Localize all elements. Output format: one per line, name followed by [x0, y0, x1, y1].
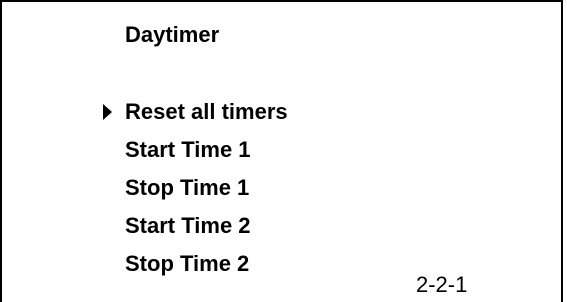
menu-item-stop-time-2[interactable]: Stop Time 2 [2, 249, 561, 287]
selection-cursor-icon [103, 104, 112, 120]
menu-item-label: Start Time 2 [125, 213, 251, 238]
menu-page-number: 2-2-1 [416, 272, 468, 297]
menu-item-start-time-1[interactable]: Start Time 1 [2, 135, 561, 173]
menu-item-stop-time-1[interactable]: Stop Time 1 [2, 173, 561, 211]
timer-menu: Reset all timers Start Time 1 Stop Time … [2, 97, 561, 287]
menu-item-reset-all-timers[interactable]: Reset all timers [2, 97, 561, 135]
menu-item-label: Stop Time 1 [125, 175, 250, 200]
menu-item-start-time-2[interactable]: Start Time 2 [2, 211, 561, 249]
menu-item-label: Reset all timers [125, 99, 288, 124]
display-frame: Daytimer Reset all timers Start Time 1 S… [0, 0, 563, 302]
screen-title: Daytimer [125, 22, 220, 47]
menu-item-label: Start Time 1 [125, 137, 251, 162]
menu-item-label: Stop Time 2 [125, 251, 250, 276]
